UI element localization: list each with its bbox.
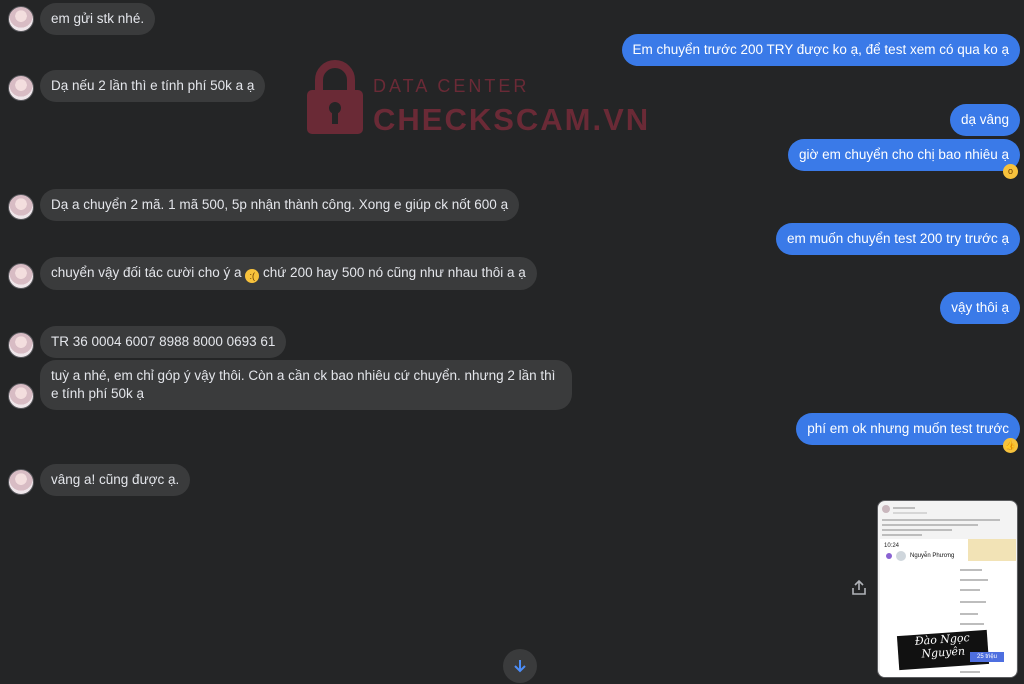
watermark-main-text: CHECKSCAM.VN [373,102,651,137]
watermark: DATA CENTER CHECKSCAM.VN [305,60,648,138]
message-incoming[interactable]: chuyển vậy đối tác cười cho ý a :( chứ 2… [40,257,537,290]
message-text: chứ 200 hay 500 nó cũng như nhau thôi a … [263,265,526,280]
avatar[interactable] [8,6,34,32]
message-incoming[interactable]: tuỳ a nhé, em chỉ góp ý vậy thôi. Còn a … [40,360,572,410]
message-outgoing[interactable]: vậy thôi ạ [940,292,1020,324]
message-outgoing[interactable]: em muốn chuyển test 200 try trước ạ [776,223,1020,255]
avatar[interactable] [8,469,34,495]
avatar[interactable] [8,263,34,289]
watermark-top-text: DATA CENTER [373,76,530,96]
message-outgoing[interactable]: Em chuyển trước 200 TRY được ko ạ, để te… [621,34,1020,66]
attachment-screenshot: 10:24 Nguyễn Phương Đào Ngọc Nguyên 25 t… [880,539,1016,677]
surprised-emoji-icon: o [1003,164,1018,179]
message-text: chuyển vậy đối tác cười cho ý a [51,265,242,280]
message-incoming[interactable]: em gửi stk nhé. [40,3,156,35]
message-incoming[interactable]: Dạ nếu 2 lần thì e tính phí 50k a ạ [40,70,266,102]
message-outgoing[interactable]: phí em ok nhưng muốn test trước [796,413,1020,445]
avatar[interactable] [8,332,34,358]
attachment-header [882,505,1012,537]
attachment-signature: Đào Ngọc Nguyên [896,629,990,671]
scroll-to-bottom-button[interactable] [503,649,537,683]
sad-emoji-icon: :( [245,269,260,283]
attachment-amount: 25 triệu [970,652,1004,662]
message-outgoing[interactable]: dạ vâng [949,104,1020,136]
message-incoming[interactable]: TR 36 0004 6007 8988 8000 0693 61 [40,326,287,358]
avatar[interactable] [8,194,34,220]
image-attachment[interactable]: 10:24 Nguyễn Phương Đào Ngọc Nguyên 25 t… [877,500,1018,678]
attachment-time: 10:24 [884,543,900,549]
lock-icon [307,60,363,134]
avatar[interactable] [8,75,34,101]
thumbs-up-emoji-icon: 👍 [1003,438,1018,453]
attachment-contact-name: Nguyễn Phương [910,553,955,559]
message-outgoing[interactable]: giờ em chuyển cho chị bao nhiêu ạ [788,139,1020,171]
avatar[interactable] [8,383,34,409]
share-icon[interactable] [850,579,868,597]
arrow-down-icon [514,660,526,673]
message-incoming[interactable]: vâng a! cũng được ạ. [40,464,191,496]
message-incoming[interactable]: Dạ a chuyển 2 mã. 1 mã 500, 5p nhận thàn… [40,189,520,221]
